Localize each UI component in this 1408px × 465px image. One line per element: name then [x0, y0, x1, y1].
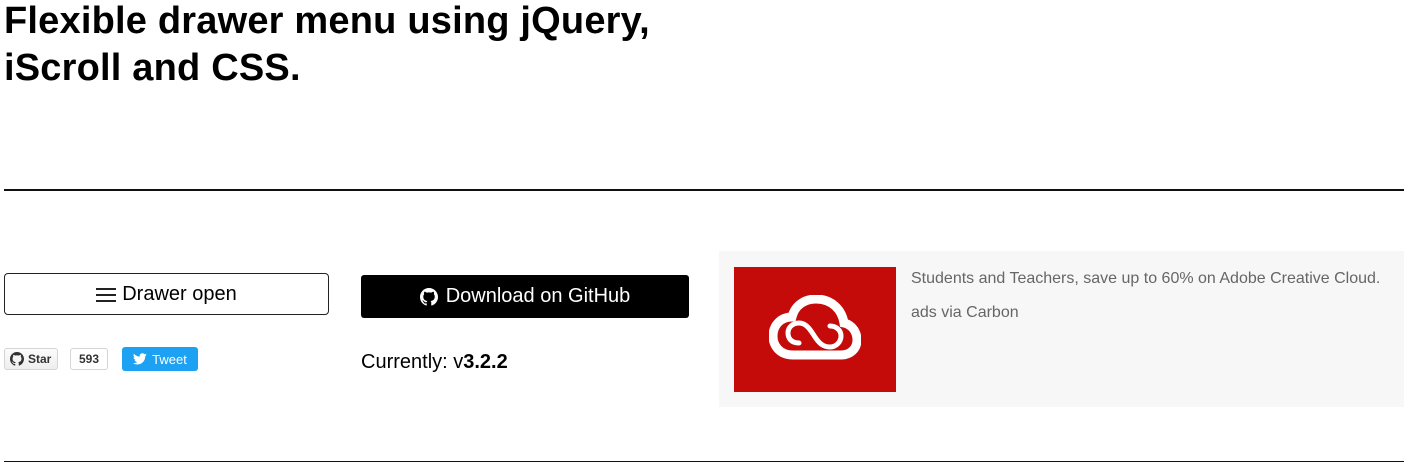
current-version: Currently: v3.2.2	[361, 351, 508, 374]
top-divider	[4, 189, 1404, 191]
page-title: Flexible drawer menu using jQuery, iScro…	[4, 0, 650, 89]
tweet-label: Tweet	[152, 351, 187, 367]
star-count-badge[interactable]: 593	[70, 348, 108, 370]
hamburger-icon	[96, 288, 117, 302]
github-octocat-icon	[10, 352, 24, 366]
tweet-button[interactable]: Tweet	[122, 347, 198, 371]
github-octocat-icon	[419, 287, 438, 306]
download-github-label: Download on GitHub	[445, 285, 631, 307]
drawer-open-label: Drawer open	[122, 282, 237, 305]
creative-cloud-icon	[769, 294, 861, 359]
ad-image[interactable]	[734, 267, 896, 392]
twitter-bird-icon	[133, 353, 147, 365]
github-star-button[interactable]: Star	[4, 348, 59, 370]
drawer-open-button[interactable]: Drawer open	[4, 273, 329, 315]
star-label: Star	[28, 352, 52, 366]
ad-text-link[interactable]: Students and Teachers, save up to 60% on…	[911, 269, 1380, 289]
ad-via-link[interactable]: ads via Carbon	[911, 303, 1019, 323]
bottom-divider	[4, 461, 1404, 462]
download-github-button[interactable]: Download on GitHub	[361, 275, 689, 318]
current-version-number: 3.2.2	[463, 351, 508, 373]
carbon-ad: Students and Teachers, save up to 60% on…	[719, 251, 1404, 407]
current-version-prefix: Currently: v	[361, 351, 464, 373]
